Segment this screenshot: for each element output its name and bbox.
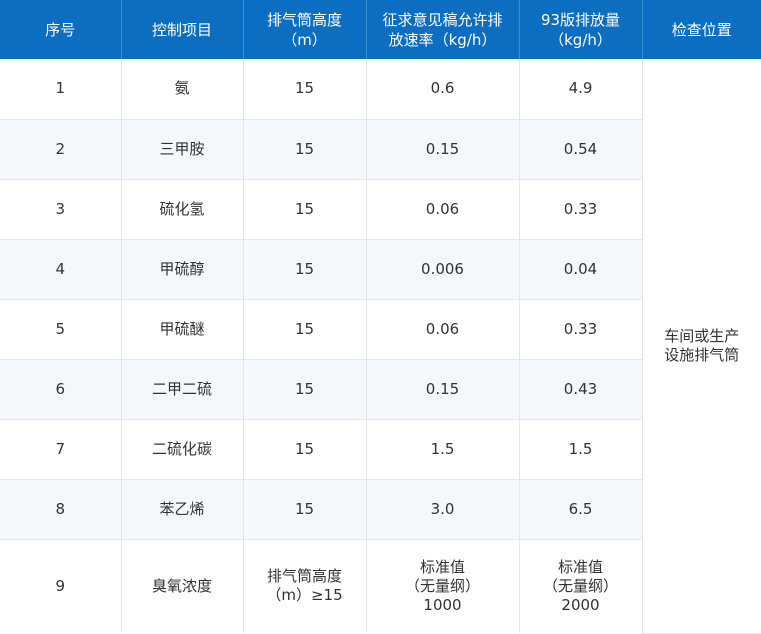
location-text: 车间或生产 bbox=[664, 326, 740, 345]
cell-1993-value: 0.43 bbox=[519, 359, 643, 420]
cell-serial: 4 bbox=[0, 239, 122, 300]
cell-1993-value: 标准值 （无量纲） 2000 bbox=[519, 539, 643, 633]
cell-1993-value: 0.33 bbox=[519, 299, 643, 360]
cell-height: 15 bbox=[243, 299, 367, 360]
cell-text: （m）≥15 bbox=[266, 586, 343, 605]
cell-1993-value: 1.5 bbox=[519, 419, 643, 480]
cell-draft-rate: 1.5 bbox=[366, 419, 520, 480]
header-1993-emission: 93版排放量 （kg/h） bbox=[519, 0, 643, 59]
header-text: 放速率（kg/h） bbox=[388, 30, 497, 49]
cell-text: 标准值 bbox=[419, 557, 465, 576]
table-header: 序号 控制项目 排气筒高度 （m） 征求意见稿允许排 放速率（kg/h） 93版排放… bbox=[0, 0, 761, 59]
location-text: 设施排气筒 bbox=[664, 345, 740, 364]
cell-1993-value: 6.5 bbox=[519, 479, 643, 540]
cell-draft-rate: 0.6 bbox=[366, 59, 520, 120]
cell-draft-rate: 0.15 bbox=[366, 119, 520, 180]
cell-height: 15 bbox=[243, 419, 367, 480]
cell-height: 15 bbox=[243, 179, 367, 240]
cell-serial: 1 bbox=[0, 59, 122, 120]
cell-item: 氨 bbox=[121, 59, 244, 120]
cell-draft-rate: 0.15 bbox=[366, 359, 520, 420]
cell-item: 臭氧浓度 bbox=[121, 539, 244, 633]
cell-text: 2000 bbox=[561, 595, 600, 614]
cell-text: 1000 bbox=[423, 595, 462, 614]
cell-1993-value: 0.54 bbox=[519, 119, 643, 180]
cell-serial: 2 bbox=[0, 119, 122, 180]
cell-serial: 3 bbox=[0, 179, 122, 240]
cell-height: 15 bbox=[243, 359, 367, 420]
emission-standards-table: 序号 控制项目 排气筒高度 （m） 征求意见稿允许排 放速率（kg/h） 93版排放… bbox=[0, 0, 761, 634]
header-serial-number: 序号 bbox=[0, 0, 122, 59]
header-text: 序号 bbox=[45, 20, 76, 39]
cell-item: 甲硫醇 bbox=[121, 239, 244, 300]
cell-item: 苯乙烯 bbox=[121, 479, 244, 540]
cell-1993-value: 0.33 bbox=[519, 179, 643, 240]
cell-check-location: 车间或生产 设施排气筒 bbox=[642, 59, 761, 634]
header-check-location: 检查位置 bbox=[642, 0, 761, 59]
table-body: 1 氨 15 0.6 4.9 车间或生产 设施排气筒 2 三甲胺 15 0.15… bbox=[0, 59, 761, 634]
header-row: 序号 控制项目 排气筒高度 （m） 征求意见稿允许排 放速率（kg/h） 93版排放… bbox=[0, 0, 761, 59]
cell-height: 15 bbox=[243, 119, 367, 180]
cell-serial: 7 bbox=[0, 419, 122, 480]
cell-height: 15 bbox=[243, 239, 367, 300]
header-text: 征求意见稿允许排 bbox=[382, 10, 503, 29]
header-draft-rate: 征求意见稿允许排 放速率（kg/h） bbox=[366, 0, 520, 59]
cell-height: 15 bbox=[243, 59, 367, 120]
cell-draft-rate: 0.06 bbox=[366, 299, 520, 360]
cell-item: 三甲胺 bbox=[121, 119, 244, 180]
header-text: 控制项目 bbox=[151, 20, 212, 39]
header-text: 检查位置 bbox=[671, 20, 732, 39]
cell-serial: 9 bbox=[0, 539, 122, 633]
cell-item: 甲硫醚 bbox=[121, 299, 244, 360]
cell-serial: 6 bbox=[0, 359, 122, 420]
cell-1993-value: 4.9 bbox=[519, 59, 643, 120]
cell-draft-rate: 标准值 （无量纲） 1000 bbox=[366, 539, 520, 633]
cell-item: 二硫化碳 bbox=[121, 419, 244, 480]
cell-text: 排气筒高度 bbox=[266, 567, 342, 586]
cell-item: 硫化氢 bbox=[121, 179, 244, 240]
header-stack-height: 排气筒高度 （m） bbox=[243, 0, 367, 59]
cell-draft-rate: 0.006 bbox=[366, 239, 520, 300]
cell-serial: 5 bbox=[0, 299, 122, 360]
cell-draft-rate: 0.06 bbox=[366, 179, 520, 240]
cell-1993-value: 0.04 bbox=[519, 239, 643, 300]
header-text: （kg/h） bbox=[549, 30, 612, 49]
cell-draft-rate: 3.0 bbox=[366, 479, 520, 540]
header-text: 排气筒高度 bbox=[266, 10, 342, 29]
cell-serial: 8 bbox=[0, 479, 122, 540]
cell-text: （无量纲） bbox=[542, 576, 618, 595]
cell-item: 二甲二硫 bbox=[121, 359, 244, 420]
table-row: 1 氨 15 0.6 4.9 车间或生产 设施排气筒 bbox=[0, 59, 761, 634]
cell-height: 排气筒高度 （m）≥15 bbox=[243, 539, 367, 633]
cell-text: （无量纲） bbox=[404, 576, 480, 595]
header-text: 93版排放量 bbox=[540, 10, 621, 29]
cell-text: 标准值 bbox=[557, 557, 603, 576]
header-control-item: 控制项目 bbox=[121, 0, 244, 59]
header-text: （m） bbox=[282, 30, 327, 49]
cell-height: 15 bbox=[243, 479, 367, 540]
